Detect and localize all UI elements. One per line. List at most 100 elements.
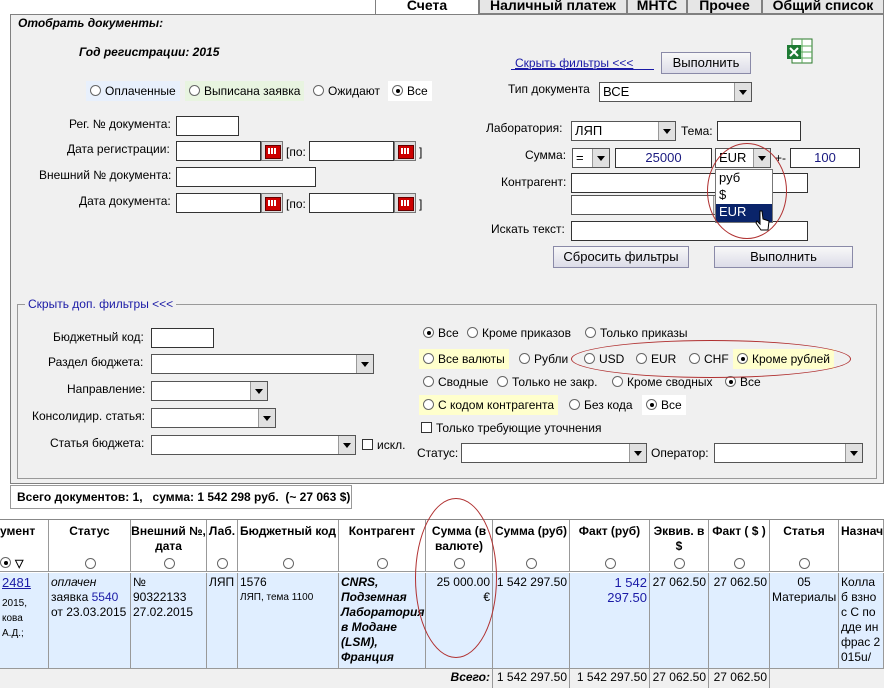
radio-circle[interactable] [467,327,478,338]
hide-extra-filters-link[interactable]: Скрыть доп. фильтры <<< [25,297,177,311]
radio-paid[interactable]: Оплаченные [86,81,180,101]
radio-circle[interactable] [423,399,434,410]
radio-circle[interactable] [90,85,101,96]
radio-request-issued[interactable]: Выписана заявка [185,81,305,101]
doc-date-to-input[interactable] [309,193,394,213]
col-header-equiv-usd[interactable]: Эквив. в $ [650,520,709,572]
radio-all-status[interactable]: Все [388,81,432,101]
tab-mnts[interactable]: МНТС [627,0,687,14]
execute-button-top[interactable]: Выполнить [661,52,751,74]
cell-fact-rub[interactable]: 1 542 297.50 [570,573,650,669]
radio-with-contractor-code[interactable]: С кодом контрагента [419,395,559,415]
col-header-article[interactable]: Статья [770,520,839,572]
sum-value-input[interactable]: 25000 [615,148,712,168]
col-header-purpose[interactable]: Назнач [839,520,884,572]
col-header-contractor[interactable]: Контрагент [339,520,426,572]
consol-select[interactable] [151,408,276,428]
status-request-number[interactable]: 5540 [92,590,119,604]
radio-circle[interactable] [423,376,434,387]
radio-waiting[interactable]: Ожидают [309,81,384,101]
topic-input[interactable] [717,121,801,141]
document-link[interactable]: 2481 [2,575,46,590]
exclude-checkbox[interactable]: искл. [362,438,405,452]
radio-contractor-all[interactable]: Все [642,395,686,415]
execute-button[interactable]: Выполнить [714,246,853,268]
radio-circle[interactable] [585,327,596,338]
tab-invoices[interactable]: Счета [375,0,479,14]
radio-circle[interactable] [423,353,434,364]
reg-date-to-input[interactable] [309,141,394,161]
radio-except-orders[interactable]: Кроме приказов [463,323,575,343]
radio-without-code[interactable]: Без кода [565,395,637,415]
radio-circle[interactable] [519,353,530,364]
radio-summary[interactable]: Сводные [419,372,492,392]
col-header-status[interactable]: Статус [49,520,131,572]
radio-circle[interactable] [612,376,623,387]
tolerance-input[interactable]: 100 [790,148,860,168]
budget-section-select[interactable] [151,354,374,374]
budget-code-input[interactable] [151,328,214,348]
article-name: Материалы [772,590,837,604]
doc-date-from-input[interactable] [176,193,261,213]
col-header-document[interactable]: умент ▽ [0,520,49,572]
radio-circle[interactable] [163,558,175,569]
tab-cash-payment[interactable]: Наличный платеж [479,0,627,14]
sum-op-select[interactable]: = [572,148,610,168]
calendar-icon[interactable] [394,193,416,213]
radio-circle[interactable] [189,85,200,96]
radio-circle[interactable] [217,558,228,569]
radio-circle[interactable] [604,558,616,569]
column-label: Эквив. в $ [653,524,705,553]
radio-circle[interactable] [84,558,96,569]
cell-lab: ЛЯП [207,573,238,669]
radio-circle[interactable] [392,85,403,96]
chevron-down-icon [338,436,355,454]
budget-item-select[interactable] [151,435,356,455]
checkbox-box[interactable] [421,422,432,433]
clarify-checkbox[interactable]: Только требующие уточнения [421,421,602,435]
tab-general-list[interactable]: Общий список [762,0,884,14]
radio-circle[interactable] [646,399,657,410]
radio-circle[interactable] [734,558,745,569]
radio-circle[interactable] [674,558,685,569]
hide-filters-link[interactable]: Скрыть фильтры <<< [515,56,633,70]
reg-no-input[interactable] [176,116,239,136]
excel-export-icon[interactable] [786,37,814,65]
radio-circle[interactable] [283,558,294,569]
col-header-lab[interactable]: Лаб. [207,520,238,572]
radio-circle[interactable] [497,376,508,387]
radio-circle[interactable] [0,557,11,568]
operator-select[interactable] [714,443,863,463]
radio-circle[interactable] [569,399,580,410]
doc-type-select[interactable]: ВСЕ [599,82,752,102]
status-select[interactable] [461,443,647,463]
radio-circle[interactable] [313,85,324,96]
radio-circle[interactable] [377,558,388,569]
radio-only-open[interactable]: Только не закр. [493,372,602,392]
col-header-external-no[interactable]: Внешний №, дата [131,520,207,572]
reset-filters-button[interactable]: Сбросить фильтры [553,246,689,268]
radio-circle[interactable] [799,558,810,569]
lab-select[interactable]: ЛЯП [571,121,676,141]
radio-circle[interactable] [423,327,434,338]
reg-date-from-input[interactable] [176,141,261,161]
direction-select[interactable] [151,381,268,401]
calendar-icon[interactable] [261,141,283,161]
radio-all-currencies[interactable]: Все валюты [419,349,509,369]
sort-desc-icon[interactable]: ▽ [0,557,23,572]
calendar-icon[interactable] [261,193,283,213]
calendar-icon[interactable] [394,141,416,161]
col-header-sum-rub[interactable]: Сумма (руб) [493,520,570,572]
radio-rubles[interactable]: Рубли [515,349,572,369]
checkbox-box[interactable] [362,439,373,450]
column-label: Контрагент [348,524,416,538]
radio-circle[interactable] [526,558,537,569]
col-header-fact-usd[interactable]: Факт ( $ ) [709,520,770,572]
search-text-label: Искать текст: [491,222,565,236]
col-header-fact-rub[interactable]: Факт (руб) [570,520,650,572]
direction-label: Направление: [67,382,146,396]
col-header-budget-code[interactable]: Бюджетный код [238,520,339,572]
tab-other[interactable]: Прочее [687,0,762,14]
radio-orders-all[interactable]: Все [419,323,463,343]
ext-no-input[interactable] [176,167,316,187]
